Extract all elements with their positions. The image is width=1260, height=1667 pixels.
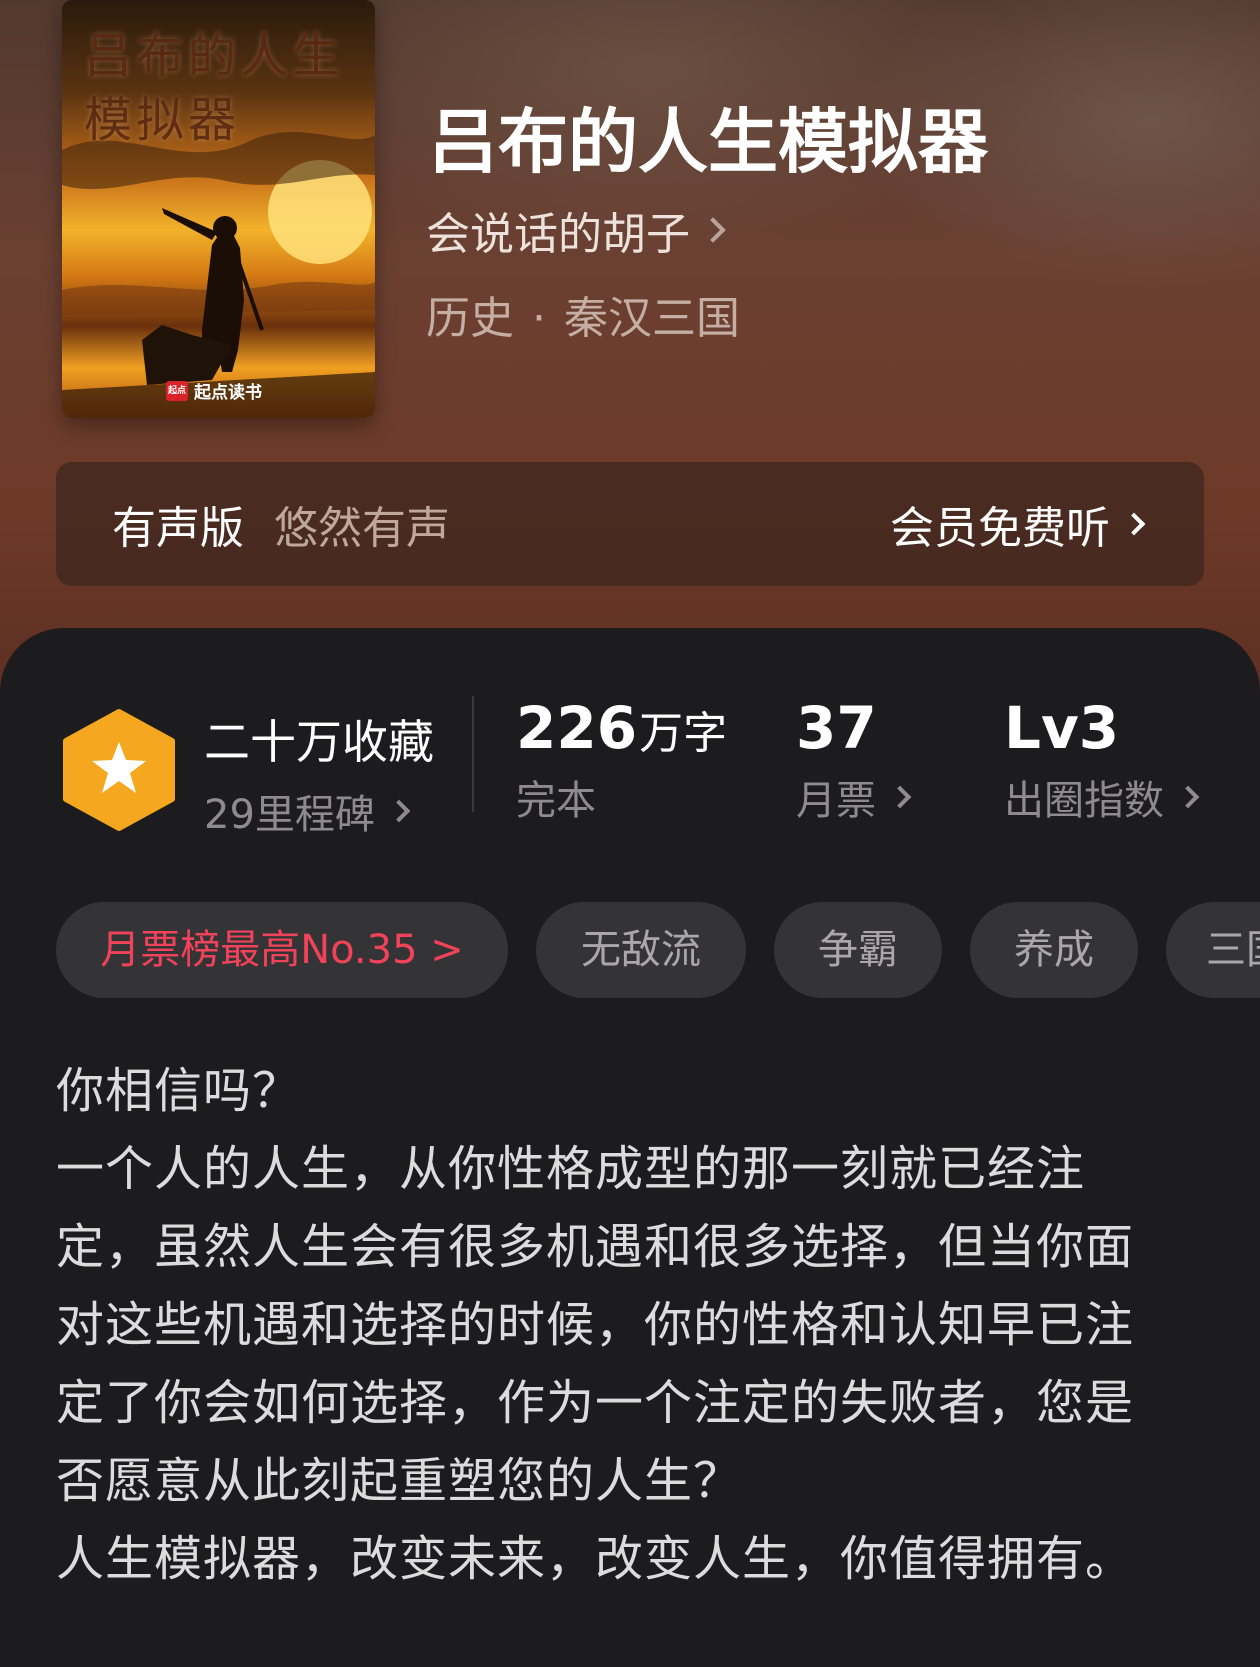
category-label: 历史 [426,293,514,344]
monthly-ticket-value: 37 [796,694,877,762]
monthly-ticket-stat[interactable]: 37 月票 [796,694,912,826]
synopsis-paragraph: 一个人的人生，从你性格成型的那一刻就已经注定，虽然人生会有很多机遇和很多选择，但… [56,1141,1135,1509]
subcategory-label: 秦汉三国 [564,293,740,344]
stats-divider [472,696,474,812]
collection-stat[interactable]: 二十万收藏 29里程碑 [204,706,434,840]
chevron-right-icon [700,217,726,243]
book-title: 吕布的人生模拟器 [428,100,988,183]
chevron-right-icon [1122,512,1146,536]
popularity-index-link[interactable]: 出圈指数 [1004,768,1200,826]
cover-publisher-logo: 起点 起点读书 [166,378,262,403]
listen-free-label: 会员免费听 [890,503,1110,554]
audio-label: 有声版 [112,503,244,554]
tag-hegemony[interactable]: 争霸 [774,902,942,998]
audio-narrator: 悠然有声 [274,503,450,554]
cover-title: 吕布的人生模拟器 [84,28,345,148]
synopsis-paragraph: 人生模拟器，改变未来，改变人生，你值得拥有。 [56,1531,1135,1587]
collection-badge-icon [63,709,175,831]
popularity-index-stat[interactable]: Lv3 出圈指数 [1004,694,1200,826]
completion-status: 完本 [516,778,596,824]
word-count-value: 226万字 [516,694,728,762]
popularity-index-label: 出圈指数 [1004,778,1164,824]
audio-version-bar[interactable]: 有声版 悠然有声 会员免费听 [56,462,1204,586]
monthly-ticket-label: 月票 [796,778,876,824]
book-cover[interactable]: 吕布的人生模拟器 起点 起点读书 [62,0,375,418]
book-category: 历史 · 秦汉三国 [426,282,740,346]
chevron-right-icon [387,799,411,823]
milestone-label: 29里程碑 [204,792,375,838]
word-count-stat: 226万字 完本 [516,694,727,826]
chevron-right-icon [888,785,912,809]
author-link[interactable]: 会说话的胡子 [426,198,726,262]
book-synopsis: 你相信吗？ 一个人的人生，从你性格成型的那一刻就已经注定，虽然人生会有很多机遇和… [56,1052,1176,1598]
separator-dot: · [532,293,546,344]
tag-three-kingdoms[interactable]: 三国 [1166,902,1260,998]
ranking-tag[interactable]: 月票榜最高No.35 > [56,902,508,998]
tag-cultivation[interactable]: 养成 [970,902,1138,998]
qidian-logo-icon: 起点 [166,380,188,401]
chevron-right-icon [1176,785,1200,809]
collection-title: 二十万收藏 [204,715,434,769]
tag-list: 月票榜最高No.35 > 无敌流 争霸 养成 三国 [56,902,1260,1002]
author-name: 会说话的胡子 [426,209,690,260]
cover-publisher-text: 起点读书 [194,383,262,403]
synopsis-paragraph: 你相信吗？ [56,1063,302,1119]
tag-invincible[interactable]: 无敌流 [536,902,746,998]
popularity-index-value: Lv3 [1004,694,1120,762]
monthly-ticket-link[interactable]: 月票 [796,768,912,826]
milestone-link[interactable]: 29里程碑 [204,782,434,840]
listen-free-button[interactable]: 会员免费听 [890,492,1146,556]
